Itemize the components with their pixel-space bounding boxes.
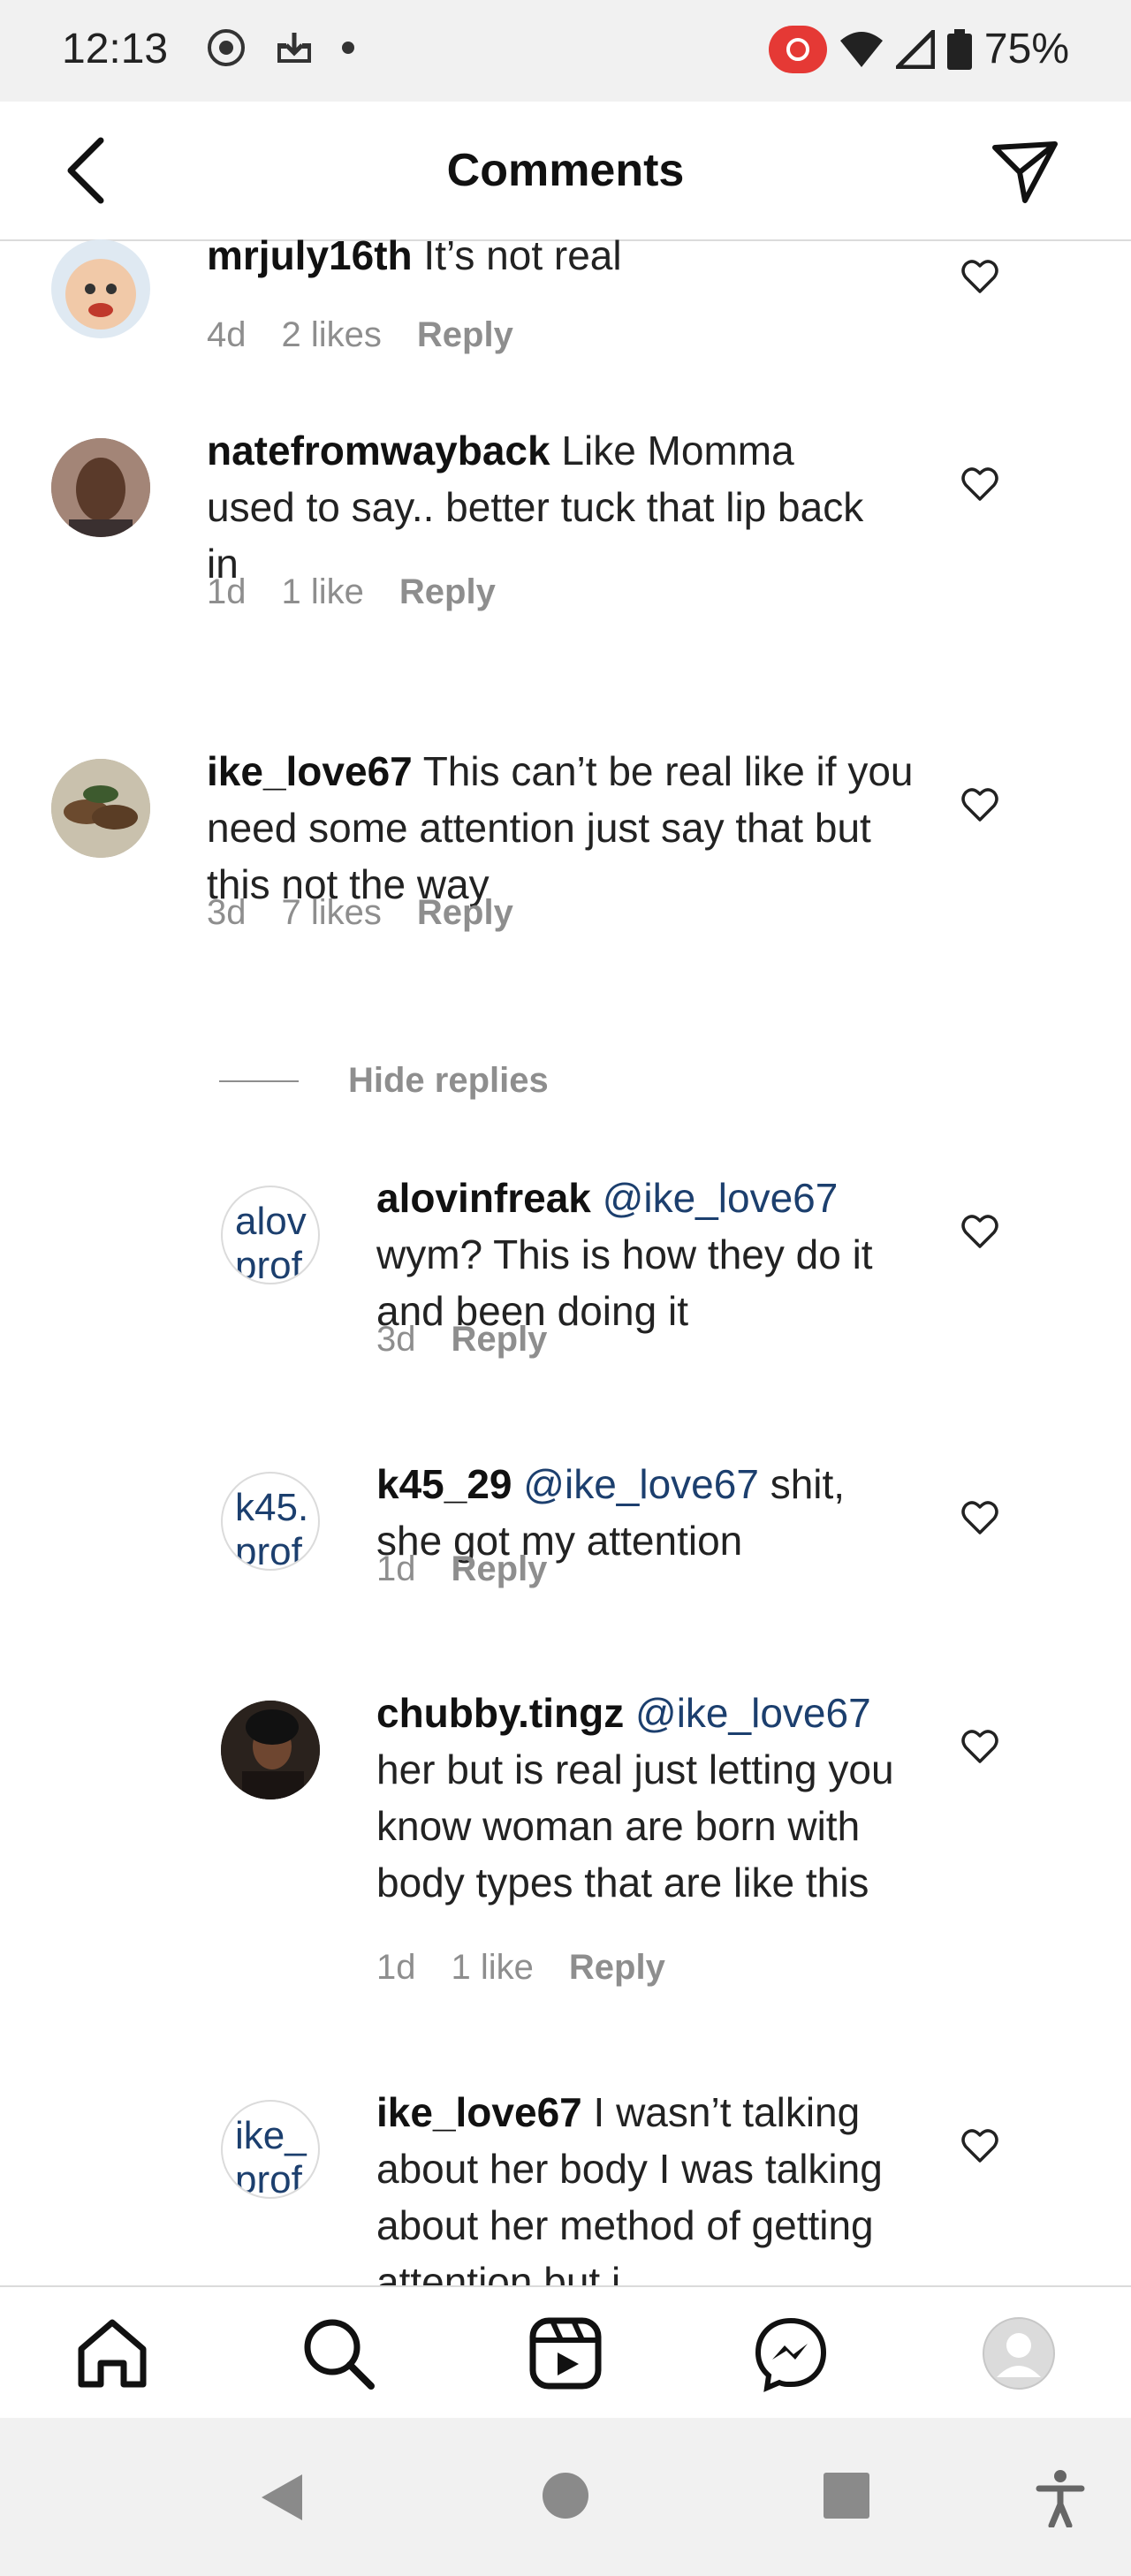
hide-replies-button[interactable]: Hide replies	[219, 1061, 549, 1101]
comment-likes[interactable]: 2 likes	[282, 315, 382, 355]
reply-button[interactable]: Reply	[417, 893, 513, 933]
avatar[interactable]	[51, 438, 150, 537]
avatar[interactable]	[51, 759, 150, 858]
comment-likes[interactable]: 1 like	[452, 1948, 534, 1988]
heart-icon[interactable]	[960, 2126, 999, 2165]
comments-header: Comments	[0, 102, 1131, 241]
system-home-icon[interactable]	[541, 2471, 590, 2520]
comment-username[interactable]: ike_love67	[376, 2089, 582, 2135]
profile-icon[interactable]	[979, 2314, 1059, 2393]
comment-likes[interactable]: 1 like	[282, 572, 364, 612]
reply-button[interactable]: Reply	[399, 572, 496, 612]
home-icon[interactable]	[72, 2314, 152, 2393]
reply-button[interactable]: Reply	[452, 1320, 548, 1360]
avatar[interactable]: alov prof	[221, 1186, 320, 1284]
comment-age: 3d	[376, 1320, 416, 1359]
heart-icon[interactable]	[960, 1727, 999, 1766]
reels-icon[interactable]	[526, 2314, 605, 2393]
send-icon[interactable]	[990, 137, 1060, 208]
page-title: Comments	[446, 145, 685, 196]
mention-link[interactable]: @ike_love67	[523, 1461, 759, 1507]
avatar[interactable]	[221, 1701, 320, 1799]
heart-icon[interactable]	[960, 465, 999, 504]
accessibility-icon[interactable]	[1036, 2469, 1085, 2527]
comment-list[interactable]: mrjuly16th It’s not real 4d 2 likes Repl…	[0, 239, 1131, 2285]
heart-icon[interactable]	[960, 1212, 999, 1251]
comment-age: 1d	[376, 1549, 416, 1588]
status-bar: 12:13 75%	[0, 0, 1131, 102]
heart-icon[interactable]	[960, 1498, 999, 1537]
system-back-icon[interactable]	[256, 2471, 306, 2524]
comment-age: 4d	[207, 315, 247, 354]
comment-username[interactable]: natefromwayback	[207, 428, 550, 474]
comment-username[interactable]: k45_29	[376, 1461, 512, 1507]
divider	[219, 1080, 299, 1082]
comment-username[interactable]: ike_love67	[207, 748, 413, 794]
hide-replies-label: Hide replies	[348, 1061, 549, 1100]
dot-icon	[342, 42, 354, 54]
screen-record-icon	[208, 29, 245, 66]
system-recents-icon[interactable]	[822, 2471, 871, 2520]
comment-age: 1d	[376, 1948, 416, 1987]
battery-icon	[946, 28, 972, 70]
comment-age: 1d	[207, 572, 247, 611]
comment-age: 3d	[207, 893, 247, 932]
signal-icon	[895, 29, 935, 69]
messenger-icon[interactable]	[751, 2314, 831, 2393]
system-navigation-bar	[0, 2418, 1131, 2576]
mention-link[interactable]: @ike_love67	[635, 1690, 871, 1736]
avatar[interactable]: ike_ prof	[221, 2100, 320, 2199]
comment-username[interactable]: chubby.tingz	[376, 1690, 624, 1736]
comment-text: wym? This is how they do it and been doi…	[376, 1231, 873, 1334]
avatar[interactable]: k45. prof	[221, 1472, 320, 1571]
status-time: 12:13	[62, 26, 169, 72]
avatar[interactable]	[51, 239, 150, 338]
comment-username[interactable]: mrjuly16th	[207, 239, 413, 278]
reply-button[interactable]: Reply	[569, 1948, 665, 1988]
heart-icon[interactable]	[960, 785, 999, 824]
comment-likes[interactable]: 7 likes	[282, 893, 382, 933]
mention-link[interactable]: @ike_love67	[603, 1175, 839, 1221]
reply-button[interactable]: Reply	[417, 315, 513, 355]
comment-username[interactable]: alovinfreak	[376, 1175, 591, 1221]
search-icon[interactable]	[299, 2314, 378, 2393]
wifi-icon	[839, 31, 883, 67]
download-icon	[277, 33, 311, 63]
heart-icon[interactable]	[960, 257, 999, 296]
comment-text: her but is real just letting you know wo…	[376, 1746, 894, 1905]
battery-percent: 75%	[983, 26, 1069, 72]
reply-button[interactable]: Reply	[452, 1549, 548, 1589]
bottom-navigation	[0, 2285, 1131, 2420]
recording-indicator-icon	[768, 25, 827, 73]
status-notification-icons	[205, 27, 355, 69]
comment-text: It’s not real	[412, 239, 622, 278]
